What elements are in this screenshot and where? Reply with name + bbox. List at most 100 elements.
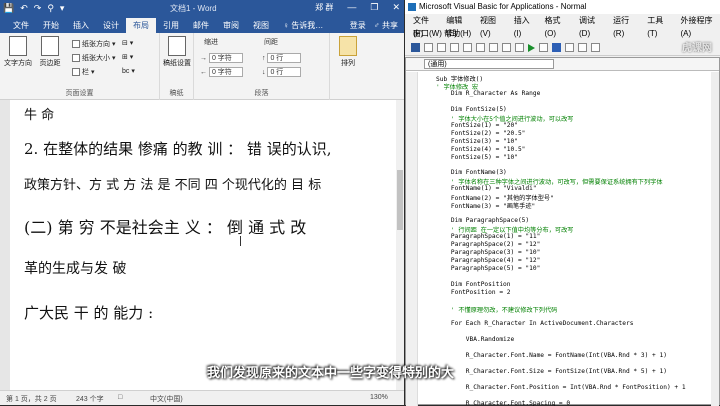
tab-home[interactable]: 开始 [36,18,66,33]
menu-run[interactable]: 运行(R) [613,14,638,38]
view-word-icon[interactable] [411,43,420,52]
tab-mailings[interactable]: 邮件 [186,18,216,33]
menu-format[interactable]: 格式(O) [545,14,571,38]
insert-module-icon[interactable] [424,43,433,52]
code-line[interactable]: ParagraphSpace(3) = "10" [436,249,540,256]
save-icon[interactable] [437,43,446,52]
redo-icon[interactable] [515,43,524,52]
minimize-icon[interactable]: — [347,2,356,13]
code-line[interactable]: FontPosition = 2 [436,289,511,296]
code-line[interactable]: R_Character.Font.Spacing = 0 [436,400,570,406]
menu-debug[interactable]: 调试(D) [579,14,604,38]
code-line[interactable]: ParagraphSpace(1) = "11" [436,233,540,240]
code-comment-line[interactable]: ' 不懂原理勿改，不建议修改下列代码 [436,305,557,314]
orientation-button[interactable]: 纸张方向 ▾ [72,39,115,49]
space-after-value[interactable]: 0 行 [267,67,302,77]
code-line[interactable]: FontName(1) = "Vivaldi" [436,185,537,192]
tab-insert[interactable]: 插入 [66,18,96,33]
restore-icon[interactable]: ❐ [370,2,378,13]
menu-edit[interactable]: 编辑(E) [446,14,471,38]
code-line[interactable]: FontSize(2) = "20.5" [436,130,526,137]
user-name[interactable]: 郑 群 [315,2,333,13]
zoom-level[interactable]: 130% [370,394,388,401]
code-margin-bar[interactable] [406,72,418,406]
tab-design[interactable]: 设计 [96,18,126,33]
arrange-button[interactable]: 排列 [334,36,362,68]
word-vertical-scrollbar[interactable] [396,100,404,390]
code-line[interactable]: Dim FontName(3) [436,169,507,176]
paste-icon[interactable] [476,43,485,52]
close-icon[interactable]: ✕ [392,2,400,13]
hyphenation-button[interactable]: bc ▾ [122,67,135,75]
menu-file[interactable]: 文件(F) [413,14,437,38]
run-icon[interactable] [528,43,535,52]
touch-mode-icon[interactable]: ⚲ [47,2,54,14]
reset-icon[interactable] [552,43,561,52]
code-line[interactable]: ParagraphSpace(2) = "12" [436,241,540,248]
indent-left-value[interactable]: 0 字符 [208,53,243,63]
code-line[interactable]: Dim FontSize(5) [436,106,507,113]
code-vertical-scrollbar[interactable] [711,72,719,406]
tab-view[interactable]: 视图 [246,18,276,33]
code-line[interactable]: R_Character.Font.Position = Int(VBA.Rnd … [436,384,686,391]
indent-left-field[interactable]: → 0 字符 [200,53,243,63]
size-button[interactable]: 纸张大小 ▾ [72,53,115,63]
copy-icon[interactable] [463,43,472,52]
share-button[interactable]: ♂ 共享 [374,18,398,33]
document-page[interactable]: 牛 命 2. 在整体的结果 惨痛 的教 训 ： 错 误的认识, 政策方针、方 式… [10,100,396,390]
menu-addins[interactable]: 外接程序(A) [681,14,720,38]
undo-icon[interactable] [502,43,511,52]
code-line[interactable]: ParagraphSpace(4) = "12" [436,257,540,264]
scroll-thumb[interactable] [397,170,403,230]
project-explorer-icon[interactable] [578,43,587,52]
code-line[interactable]: FontSize(3) = "10" [436,138,518,145]
menu-insert[interactable]: 插入(I) [514,14,536,38]
code-line[interactable]: R_Character.Font.Name = FontName(Int(VBA… [436,352,667,359]
indent-right-field[interactable]: ← 0 字符 [200,67,243,77]
code-line[interactable]: R_Character.Font.Size = FontSize(Int(VBA… [436,368,667,375]
cut-icon[interactable] [450,43,459,52]
save-icon[interactable]: 💾 [3,2,14,14]
tab-file[interactable]: 文件 [6,18,36,33]
code-editor[interactable]: Sub 字体修改() ' 字体修改 宏 Dim R_Character As Ra… [406,72,711,406]
language-indicator[interactable]: 中文(中国) [150,394,183,404]
breaks-button[interactable]: ⊟ ▾ [122,39,133,47]
code-line[interactable]: FontName(3) = "画笔手迹" [436,201,535,210]
design-mode-icon[interactable] [565,43,574,52]
signin-link[interactable]: 登录 [350,18,366,33]
code-line[interactable]: Dim FontPosition [436,281,511,288]
code-line[interactable]: For Each R_Character In ActiveDocument.C… [436,320,634,327]
menu-view[interactable]: 视图(V) [480,14,505,38]
code-line[interactable]: ParagraphSpace(5) = "10" [436,265,540,272]
menu-tools[interactable]: 工具(T) [647,14,671,38]
draft-settings-button[interactable]: 稿纸设置 [163,36,191,68]
proofing-icon[interactable]: □ [118,394,122,401]
code-line[interactable]: VBA.Randomize [436,336,514,343]
code-line[interactable]: FontSize(1) = "20" [436,122,518,129]
object-combobox[interactable]: (通用) [424,59,554,69]
find-icon[interactable] [489,43,498,52]
pause-icon[interactable] [539,43,548,52]
code-line[interactable]: FontSize(4) = "10.5" [436,146,526,153]
line-numbers-button[interactable]: ⊞ ▾ [122,53,133,61]
vba-menubar-2[interactable]: 窗口(W) 帮助(H) [405,27,720,40]
columns-button[interactable]: 栏 ▾ [72,67,94,77]
code-line[interactable]: FontSize(5) = "10" [436,154,518,161]
page-count[interactable]: 第 1 页，共 2 页 [6,394,57,404]
code-line[interactable]: Dim ParagraphSpace(5) [436,217,529,224]
word-count[interactable]: 243 个字 [76,394,104,404]
space-after-field[interactable]: ↓ 0 行 [262,67,302,77]
customize-qat-icon[interactable]: ▾ [60,2,65,14]
margins-button[interactable]: 页边距 [36,36,64,68]
indent-right-value[interactable]: 0 字符 [208,67,243,77]
code-line[interactable]: Dim R_Character As Range [436,90,540,97]
text-direction-button[interactable]: 文字方向 [4,36,32,68]
undo-icon[interactable]: ↶ [20,2,28,14]
tab-review[interactable]: 审阅 [216,18,246,33]
space-before-value[interactable]: 0 行 [267,53,302,63]
tab-references[interactable]: 引用 [156,18,186,33]
properties-icon[interactable] [591,43,600,52]
space-before-field[interactable]: ↑ 0 行 [262,53,302,63]
tab-layout[interactable]: 布局 [126,18,156,33]
tell-me-search[interactable]: ♀ 告诉我… [276,18,330,33]
